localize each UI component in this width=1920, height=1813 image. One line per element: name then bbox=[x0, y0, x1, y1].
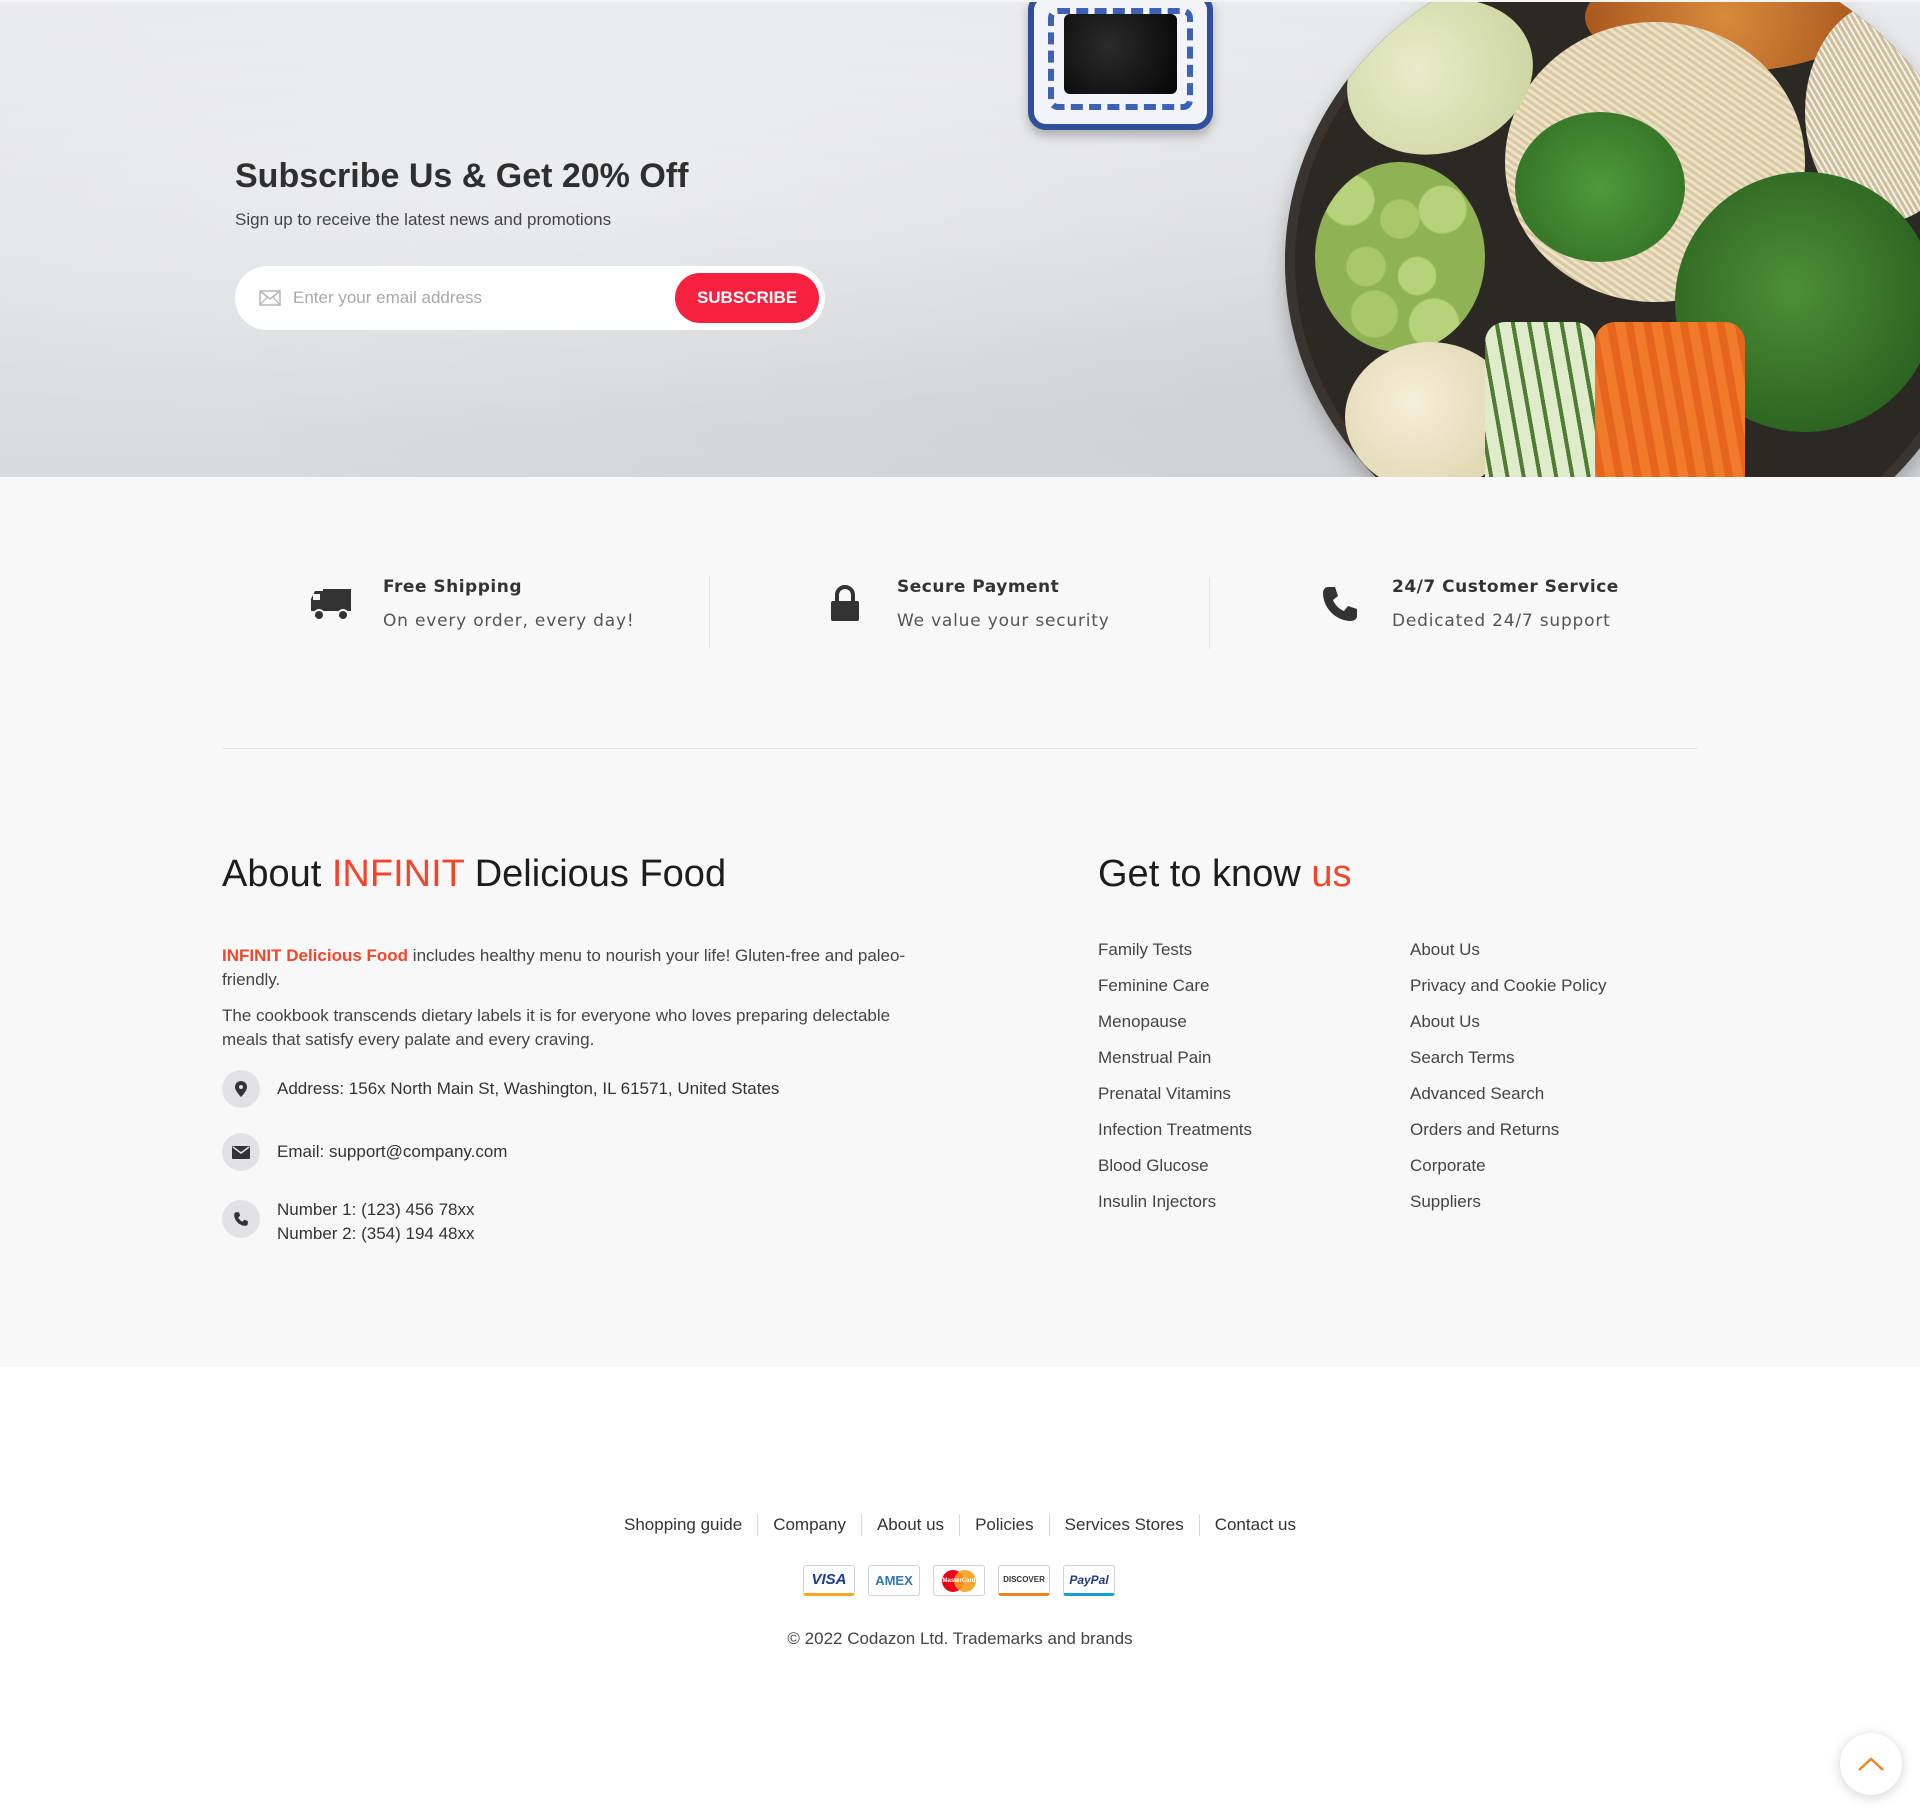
service-customer-service: 24/7 Customer Service Dedicated 24/7 sup… bbox=[1316, 577, 1619, 631]
food-bowl-image bbox=[1285, 2, 1920, 477]
bottom-nav-policies[interactable]: Policies bbox=[959, 1514, 1049, 1536]
service-free-shipping: Free Shipping On every order, every day! bbox=[307, 577, 634, 631]
service-desc: On every order, every day! bbox=[383, 611, 635, 631]
newsletter-title: Subscribe Us & Get 20% Off bbox=[235, 157, 689, 195]
service-desc: We value your security bbox=[897, 611, 1110, 631]
envelope-icon bbox=[259, 290, 281, 306]
chevron-up-icon bbox=[1858, 1757, 1884, 1771]
footer-link[interactable]: Menstrual Pain bbox=[1098, 1040, 1252, 1076]
footer-link[interactable]: Menopause bbox=[1098, 1004, 1252, 1040]
footer-link[interactable]: Advanced Search bbox=[1410, 1076, 1607, 1112]
bottom-nav-about-us[interactable]: About us bbox=[860, 1514, 959, 1536]
envelope-icon bbox=[222, 1133, 260, 1171]
footer-link[interactable]: Corporate bbox=[1410, 1148, 1607, 1184]
footer-link[interactable]: Family Tests bbox=[1098, 932, 1252, 968]
footer-link[interactable]: Feminine Care bbox=[1098, 968, 1252, 1004]
brand-name: INFINIT Delicious Food bbox=[222, 946, 409, 965]
footer-link[interactable]: Search Terms bbox=[1410, 1040, 1607, 1076]
newsletter-subtitle: Sign up to receive the latest news and p… bbox=[235, 210, 612, 229]
visa-logo: VISA bbox=[803, 1565, 855, 1596]
mastercard-logo: MasterCard bbox=[933, 1565, 985, 1596]
footer-link[interactable]: Blood Glucose bbox=[1098, 1148, 1252, 1184]
service-title: 24/7 Customer Service bbox=[1392, 577, 1619, 597]
address-text: Address: 156x North Main St, Washington,… bbox=[277, 1079, 780, 1098]
bottom-nav-contact-us[interactable]: Contact us bbox=[1198, 1514, 1311, 1536]
know-us-title: Get to know us bbox=[1098, 853, 1352, 895]
about-title: About INFINIT Delicious Food bbox=[222, 853, 727, 895]
footer-link[interactable]: About Us bbox=[1410, 1004, 1607, 1040]
service-desc: Dedicated 24/7 support bbox=[1392, 611, 1611, 631]
about-section: About INFINIT Delicious Food INFINIT Del… bbox=[222, 852, 922, 1052]
phone-icon bbox=[222, 1200, 260, 1238]
service-title: Secure Payment bbox=[897, 577, 1060, 597]
back-to-top-button[interactable] bbox=[1840, 1733, 1902, 1795]
bottom-nav-company[interactable]: Company bbox=[757, 1514, 861, 1536]
map-pin-icon bbox=[222, 1070, 260, 1108]
contact-phone: Number 1: (123) 456 78xx Number 2: (354)… bbox=[222, 1198, 475, 1246]
footer-link[interactable]: Insulin Injectors bbox=[1098, 1184, 1252, 1220]
newsletter-text: Subscribe Us & Get 20% Off Sign up to re… bbox=[235, 154, 688, 230]
paypal-logo: PayPal bbox=[1063, 1565, 1115, 1596]
section-divider bbox=[222, 748, 1698, 749]
footer-link[interactable]: Privacy and Cookie Policy bbox=[1410, 968, 1607, 1004]
about-paragraph: The cookbook transcends dietary labels i… bbox=[222, 1006, 891, 1049]
newsletter-form: SUBSCRIBE bbox=[235, 266, 825, 330]
bottom-nav-services-stores[interactable]: Services Stores bbox=[1048, 1514, 1199, 1536]
bottom-nav: Shopping guide Company About us Policies… bbox=[0, 1514, 1920, 1536]
newsletter-banner: Subscribe Us & Get 20% Off Sign up to re… bbox=[0, 0, 1920, 477]
footer-link[interactable]: Suppliers bbox=[1410, 1184, 1607, 1220]
bottom-nav-shopping-guide[interactable]: Shopping guide bbox=[609, 1514, 757, 1536]
service-divider bbox=[709, 577, 710, 649]
discover-logo: DISCOVER bbox=[998, 1565, 1050, 1596]
service-title: Free Shipping bbox=[383, 577, 522, 597]
phone-number-1: Number 1: (123) 456 78xx bbox=[277, 1200, 475, 1219]
footer-link[interactable]: Infection Treatments bbox=[1098, 1112, 1252, 1148]
service-divider bbox=[1209, 577, 1210, 649]
phone-numbers: Number 1: (123) 456 78xx Number 2: (354)… bbox=[277, 1198, 475, 1246]
page: Subscribe Us & Get 20% Off Sign up to re… bbox=[0, 0, 1920, 1813]
subscribe-button[interactable]: SUBSCRIBE bbox=[675, 273, 819, 323]
truck-icon bbox=[307, 580, 355, 628]
footer-link[interactable]: Prenatal Vitamins bbox=[1098, 1076, 1252, 1112]
contact-address: Address: 156x North Main St, Washington,… bbox=[222, 1070, 779, 1108]
know-us-section: Get to know us bbox=[1098, 852, 1351, 896]
footer-links-col-2: About Us Privacy and Cookie Policy About… bbox=[1410, 932, 1607, 1220]
phone-number-2: Number 2: (354) 194 48xx bbox=[277, 1224, 475, 1243]
footer-link[interactable]: Orders and Returns bbox=[1410, 1112, 1607, 1148]
service-secure-payment: Secure Payment We value your security bbox=[821, 577, 1110, 631]
contact-email: Email: support@company.com bbox=[222, 1133, 507, 1171]
footer-links-col-1: Family Tests Feminine Care Menopause Men… bbox=[1098, 932, 1252, 1220]
phone-icon bbox=[1316, 580, 1364, 628]
footer-link[interactable]: About Us bbox=[1410, 932, 1607, 968]
lock-icon bbox=[821, 580, 869, 628]
email-text[interactable]: Email: support@company.com bbox=[277, 1140, 507, 1164]
sauce-dish-image bbox=[1028, 2, 1213, 130]
payment-methods: VISA AMEX MasterCard DISCOVER PayPal bbox=[803, 1565, 1115, 1596]
amex-logo: AMEX bbox=[868, 1565, 920, 1596]
copyright-text: © 2022 Codazon Ltd. Trademarks and brand… bbox=[787, 1629, 1133, 1648]
email-input[interactable] bbox=[293, 288, 663, 308]
about-paragraph: INFINIT Delicious Food includes healthy … bbox=[222, 946, 906, 989]
